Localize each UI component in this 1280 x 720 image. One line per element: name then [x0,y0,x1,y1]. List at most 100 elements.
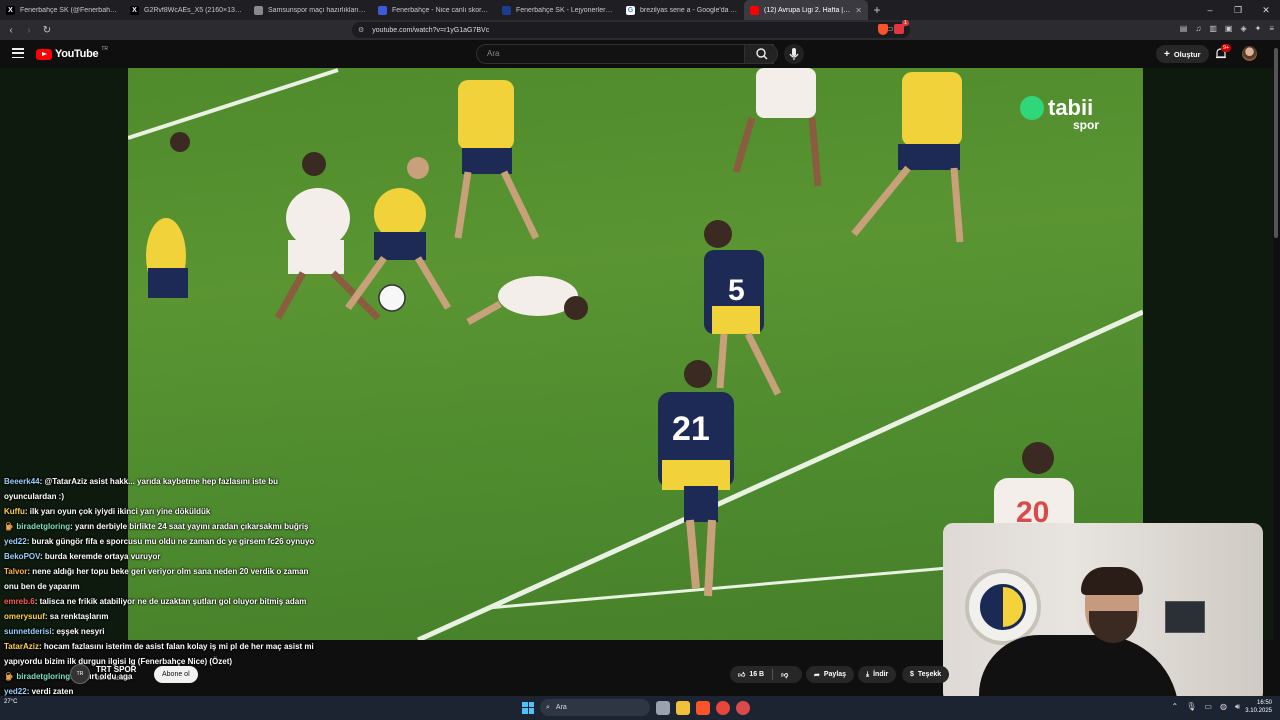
subscriber-count: 987 B abone [96,676,131,682]
site-info-icon[interactable]: ⚙ [358,26,364,34]
player-yellow-2 [345,157,452,311]
url-text: youtube.com/watch?v=r1yG1aG7BVc [372,26,490,34]
brave-browser-icon[interactable] [696,700,710,715]
task-view-icon[interactable] [656,700,670,715]
browser-tab[interactable]: X G2Rvf8WcAEs_X5 (2160×1350) [124,0,248,20]
chat-message: yed22: burak güngör fifa e sporcusu mu o… [0,534,330,549]
weather-widget[interactable]: 27°C [4,698,17,706]
vpn-icon[interactable]: ◈ [1240,24,1246,33]
leo-icon[interactable]: ✦ [1255,24,1262,33]
channel-name[interactable]: TRT SPOR [96,665,136,674]
chat-username[interactable]: Beeerk44 [4,477,40,486]
address-bar[interactable]: ⚙ youtube.com/watch?v=r1yG1aG7BVc ▭ ⇪ [352,22,910,38]
minimize-icon[interactable]: – [1196,0,1224,20]
tab-title: Samsunspor maçı hazırlıkları başladı [268,6,366,14]
taskbar-clock[interactable]: 16:50 3.10.2025 [1245,699,1272,715]
chat-username[interactable]: yed22 [4,537,27,546]
chat-username[interactable]: omerysuuf [4,612,45,621]
brave-shield-icon[interactable] [878,24,888,35]
browser-tab-strip: X Fenerbahçe SK (@Fenerbahce) / X X G2Rvf8W… [0,0,1280,20]
tabii-spor-watermark: tabii spor [1020,95,1099,132]
chat-message: onu ben de yaparım [0,579,330,594]
weather-temp: 27°C [4,699,18,705]
taskbar-search-label: Ara [555,704,567,711]
browser-tab[interactable]: Fenerbahçe SK - Lejyonerler | Transfe [496,0,620,20]
page-scrollbar[interactable] [1273,40,1280,696]
chat-username[interactable]: BekoPOV [4,552,40,561]
tab-title: Fenerbahçe - Nice canlı skor, baş baş [392,6,490,14]
taskbar-search[interactable]: ⌕ Ara [540,699,650,716]
chat-text: : burda keremde ortaya vuruyor [40,552,161,561]
create-button[interactable]: + Oluştur [1156,45,1209,63]
close-tab-icon[interactable]: ✕ [855,6,862,15]
chat-message: Talvor: nene aldığı her topu beke geri v… [0,564,330,579]
chat-message: emreb.6: talisca ne frikik atabiliyor ne… [0,594,330,609]
chat-text: oyunculardan :) [4,492,65,501]
guide-menu-icon[interactable] [12,48,24,58]
like-icon[interactable]: 👍︎ [738,670,745,679]
chat-username[interactable]: yed22 [4,687,27,696]
close-window-icon[interactable]: ✕ [1252,0,1280,20]
back-icon[interactable]: ‹ [4,25,18,36]
chat-username[interactable]: emreb.6 [4,597,35,606]
dislike-icon[interactable]: 👎︎ [781,670,788,679]
plus-icon: + [1164,48,1170,60]
tab-title: Fenerbahçe SK (@Fenerbahce) / X [20,6,118,14]
volume-icon[interactable]: 🔊︎ [1235,702,1240,712]
chat-text: : @TatarAziz asist hakk... yarıda kaybet… [39,477,278,486]
menu-icon[interactable]: ≡ [1269,24,1274,33]
app-icon[interactable] [736,700,750,715]
share-button[interactable]: ➦ Paylaş [806,666,855,683]
shield-badge: 1 [902,20,909,26]
chat-text: : ilk yarı oyun çok iyiydi ikinci yarı y… [24,507,211,516]
scrollbar-thumb[interactable] [1274,48,1278,238]
new-tab-button[interactable]: + [868,3,886,17]
account-avatar[interactable] [1242,46,1257,61]
reload-icon[interactable]: ↻ [40,25,54,36]
maximize-icon[interactable]: ❐ [1224,0,1252,20]
browser-tab[interactable]: (12) Avrupa Ligi 2. Hafta | Fen ✕ [744,0,868,20]
mic-tray-icon[interactable]: 🎙︎ [1186,702,1196,712]
browser-tab[interactable]: Fenerbahçe - Nice canlı skor, baş baş [372,0,496,20]
file-explorer-icon[interactable] [676,700,690,715]
start-icon[interactable] [522,701,534,714]
browser-tab[interactable]: Samsunspor maçı hazırlıkları başladı [248,0,372,20]
like-dislike-pill: 👍︎ 16 B 👎︎ [730,666,802,683]
youtube-logo[interactable]: YouTube TR [36,46,108,60]
window-controls: – ❐ ✕ [1196,0,1280,20]
youtube-play-icon [36,48,52,60]
subscribe-button[interactable]: Abone ol [154,666,198,683]
microphone-icon [789,48,799,60]
download-button[interactable]: ⤓ İndir [858,666,897,683]
forward-icon[interactable]: › [22,25,36,36]
thanks-button[interactable]: $ Teşekk [902,666,950,683]
browser-tab[interactable]: Gbrezilyas serie a - Google'da Ara [620,0,744,20]
tab-favicon-icon: G [626,5,635,15]
tabii-brand: tabii [1048,95,1094,120]
clock-date: 3.10.2025 [1245,708,1272,714]
chat-username[interactable]: Kuffu [4,507,25,516]
voice-search-button[interactable] [784,44,804,64]
chrome-icon[interactable] [716,700,730,715]
chat-username[interactable]: biradetgloring [16,672,70,681]
like-count[interactable]: 16 B [749,671,764,678]
music-icon[interactable]: ♫ [1195,24,1201,33]
wallet-icon[interactable]: ▣ [1225,24,1233,33]
search-button[interactable] [744,44,778,64]
chat-badge-icon: 🍺︎ [4,672,17,681]
youtube-header: YouTube TR Ara + Oluştur 9+ [0,40,1280,68]
sidebar-icon[interactable]: ▤ [1180,24,1188,33]
chat-username[interactable]: Talvor [4,567,27,576]
display-icon[interactable]: ▭ [1204,702,1212,712]
navigation-bar: ‹ › ↻ ⚑ ⚙ youtube.com/watch?v=r1yG1aG7BV… [0,20,1280,40]
chat-username[interactable]: TatarAziz [4,642,39,651]
chat-username[interactable]: sunnetderisi [4,627,52,636]
channel-avatar[interactable]: TR [70,664,90,684]
browser-tab[interactable]: X Fenerbahçe SK (@Fenerbahce) / X [0,0,124,20]
tray-chevron-icon[interactable]: ⌃ [1172,702,1179,712]
network-icon[interactable]: ◍ [1220,702,1227,712]
chat-username[interactable]: biradetgloring [16,522,70,531]
reading-list-icon[interactable]: ▥ [1209,24,1217,33]
search-input[interactable]: Ara [476,44,774,64]
player-yellow-4 [851,72,964,243]
